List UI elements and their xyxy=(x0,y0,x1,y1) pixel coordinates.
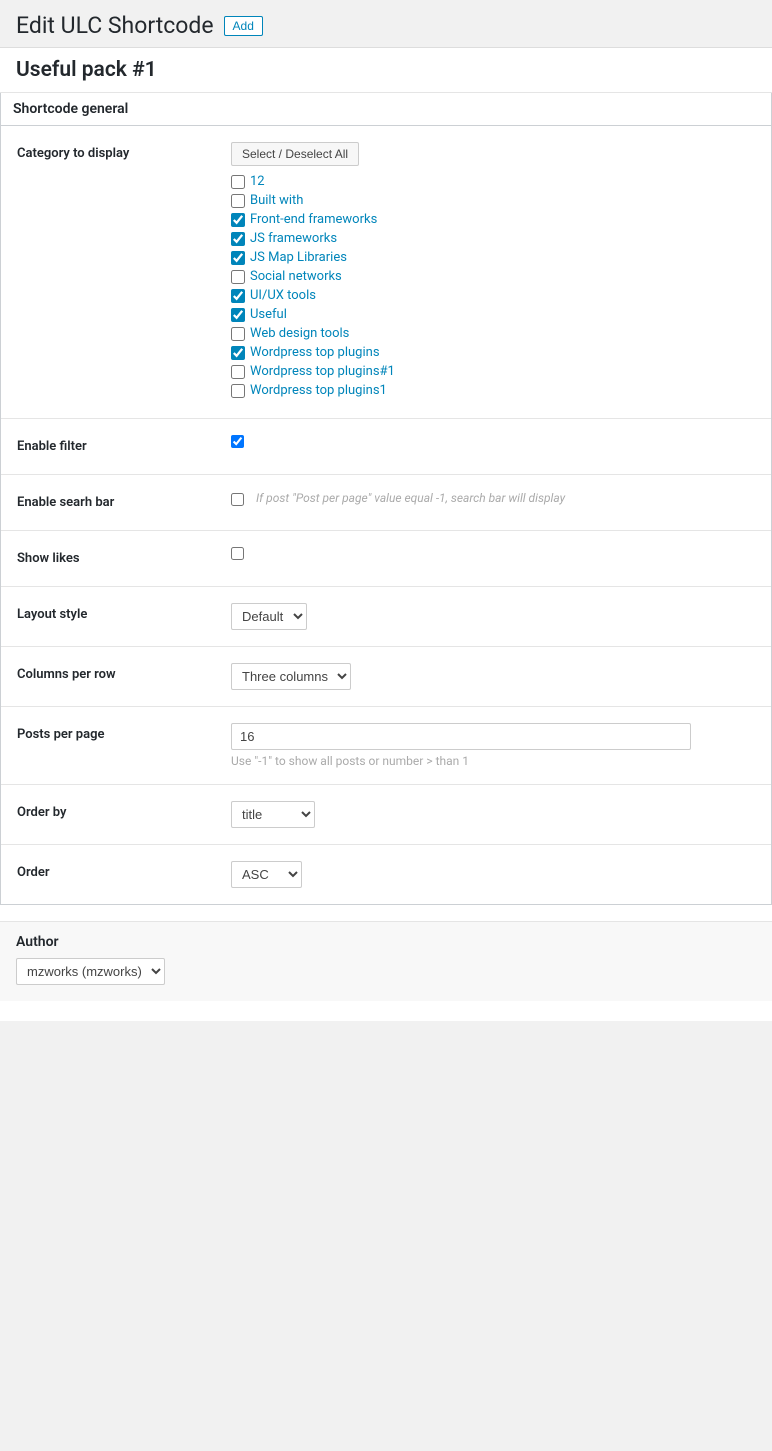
list-item: Web design tools xyxy=(231,326,761,341)
columns-per-row-label: Columns per row xyxy=(17,667,116,682)
list-item: JS frameworks xyxy=(231,231,761,246)
enable-filter-row: Enable filter xyxy=(1,419,771,475)
category-to-display-row: Category to display Select / Deselect Al… xyxy=(1,126,771,419)
list-item: Built with xyxy=(231,193,761,208)
label-cat_wp_top1[interactable]: Wordpress top plugins#1 xyxy=(250,364,395,379)
label-cat_social[interactable]: Social networks xyxy=(250,269,342,284)
label-cat_useful[interactable]: Useful xyxy=(250,307,287,322)
list-item: Front-end frameworks xyxy=(231,212,761,227)
label-cat_built_with[interactable]: Built with xyxy=(250,193,303,208)
list-item: JS Map Libraries xyxy=(231,250,761,265)
order-select[interactable]: ASCDESC xyxy=(231,861,302,888)
checkbox-cat_social[interactable] xyxy=(231,270,245,284)
enable-search-bar-row: Enable searh bar If post "Post per page"… xyxy=(1,475,771,531)
list-item: Social networks xyxy=(231,269,761,284)
posts-per-page-label: Posts per page xyxy=(17,727,104,742)
list-item: Useful xyxy=(231,307,761,322)
checkbox-cat_wp_top1[interactable] xyxy=(231,365,245,379)
order-label: Order xyxy=(17,865,50,880)
checkbox-cat_frontend[interactable] xyxy=(231,213,245,227)
checkbox-cat_wp_top2[interactable] xyxy=(231,384,245,398)
main-content: Shortcode general Category to display Se… xyxy=(0,93,772,1021)
list-item: Wordpress top plugins1 xyxy=(231,383,761,398)
show-likes-row: Show likes xyxy=(1,531,771,587)
checkbox-cat_uiux[interactable] xyxy=(231,289,245,303)
post-title: Useful pack #1 xyxy=(0,48,772,93)
enable-search-bar-checkbox[interactable] xyxy=(231,493,244,506)
checkbox-cat_js_map[interactable] xyxy=(231,251,245,265)
category-label: Category to display xyxy=(17,146,129,161)
label-cat_frontend[interactable]: Front-end frameworks xyxy=(250,212,377,227)
page-title: Edit ULC Shortcode xyxy=(16,12,214,39)
search-bar-hint: If post "Post per page" value equal -1, … xyxy=(256,491,565,505)
layout-style-select[interactable]: DefaultGridList xyxy=(231,603,307,630)
list-item: 12 xyxy=(231,174,761,189)
columns-per-row-select[interactable]: One columnTwo columnsThree columnsFour c… xyxy=(231,663,351,690)
form-table: Category to display Select / Deselect Al… xyxy=(1,126,771,904)
layout-style-row: Layout style DefaultGridList xyxy=(1,587,771,647)
order-row: Order ASCDESC xyxy=(1,845,771,905)
label-cat_js_fw[interactable]: JS frameworks xyxy=(250,231,337,246)
page-header: Edit ULC Shortcode Add xyxy=(0,0,772,48)
label-cat_wp_top2[interactable]: Wordpress top plugins1 xyxy=(250,383,387,398)
checkbox-cat_12[interactable] xyxy=(231,175,245,189)
posts-per-page-row: Posts per page Use "-1" to show all post… xyxy=(1,707,771,785)
order-by-label: Order by xyxy=(17,805,66,820)
posts-per-page-input[interactable] xyxy=(231,723,691,750)
enable-filter-label: Enable filter xyxy=(17,439,87,454)
order-by-select[interactable]: titledatemodifiedrandID xyxy=(231,801,315,828)
meta-box-title: Shortcode general xyxy=(1,93,771,126)
author-section: Author mzworks (mzworks) xyxy=(0,921,772,1001)
checkbox-cat_built_with[interactable] xyxy=(231,194,245,208)
layout-style-label: Layout style xyxy=(17,607,87,622)
select-deselect-button[interactable]: Select / Deselect All xyxy=(231,142,359,166)
checkbox-cat_webdesign[interactable] xyxy=(231,327,245,341)
label-cat_12[interactable]: 12 xyxy=(250,174,265,189)
show-likes-label: Show likes xyxy=(17,551,80,566)
checkbox-cat_wp_top[interactable] xyxy=(231,346,245,360)
author-select[interactable]: mzworks (mzworks) xyxy=(16,958,165,985)
enable-search-bar-label: Enable searh bar xyxy=(17,495,114,510)
category-list: 12 Built with Front-end frameworks JS frame… xyxy=(231,174,761,398)
label-cat_webdesign[interactable]: Web design tools xyxy=(250,326,349,341)
order-by-row: Order by titledatemodifiedrandID xyxy=(1,785,771,845)
author-section-title: Author xyxy=(16,934,756,950)
checkbox-cat_js_fw[interactable] xyxy=(231,232,245,246)
columns-per-row-row: Columns per row One columnTwo columnsThr… xyxy=(1,647,771,707)
add-button[interactable]: Add xyxy=(224,16,263,36)
posts-per-page-hint: Use "-1" to show all posts or number > t… xyxy=(231,754,761,768)
checkbox-cat_useful[interactable] xyxy=(231,308,245,322)
list-item: UI/UX tools xyxy=(231,288,761,303)
label-cat_js_map[interactable]: JS Map Libraries xyxy=(250,250,347,265)
shortcode-general-metabox: Shortcode general Category to display Se… xyxy=(0,93,772,905)
label-cat_wp_top[interactable]: Wordpress top plugins xyxy=(250,345,380,360)
show-likes-checkbox[interactable] xyxy=(231,547,244,560)
enable-filter-checkbox[interactable] xyxy=(231,435,244,448)
label-cat_uiux[interactable]: UI/UX tools xyxy=(250,288,316,303)
list-item: Wordpress top plugins#1 xyxy=(231,364,761,379)
list-item: Wordpress top plugins xyxy=(231,345,761,360)
